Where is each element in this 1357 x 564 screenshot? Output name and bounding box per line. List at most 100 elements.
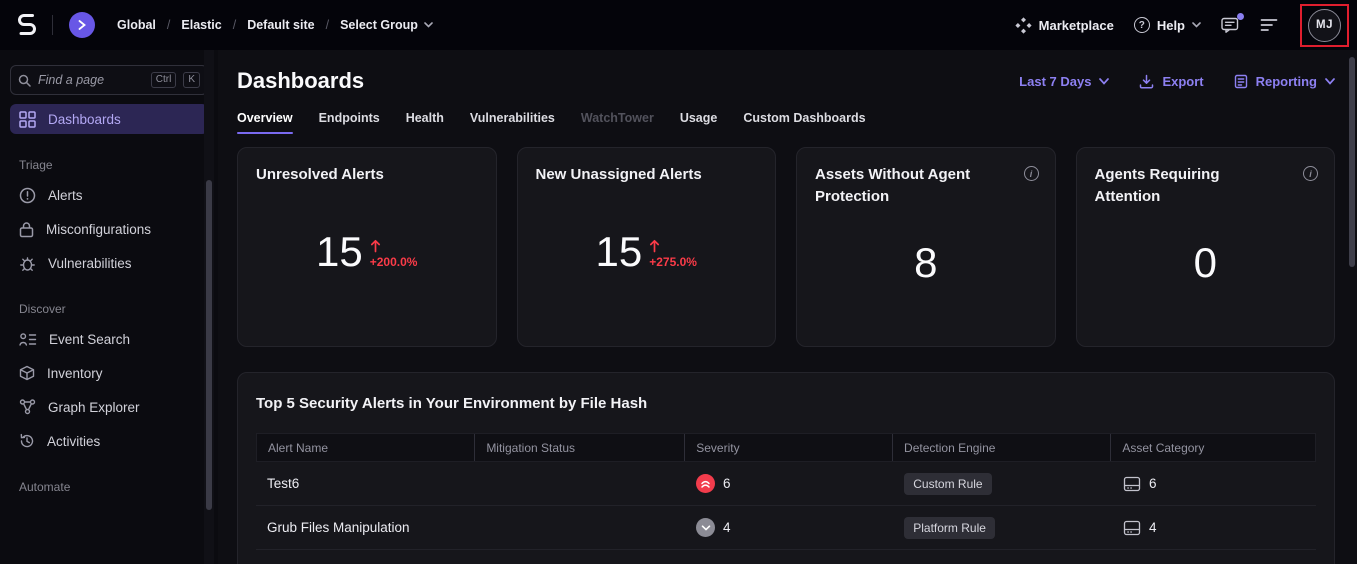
notifications-button[interactable] [1221,17,1240,33]
sidebar-scrollbar-track[interactable] [204,50,214,564]
time-range-label: Last 7 Days [1019,74,1091,89]
list-lines-icon [1260,18,1278,32]
sidebar-item-label: Dashboards [48,112,121,127]
sidebar-item-misconfigurations[interactable]: Misconfigurations [10,214,208,244]
table-row[interactable]: Test6 6 Custom Rule 6 [256,462,1316,506]
column-header-severity[interactable]: Severity [685,434,893,461]
breadcrumb-group-label: Select Group [340,18,418,32]
dashboards-grid-icon [19,111,36,128]
tab-usage[interactable]: Usage [680,111,718,134]
table-row[interactable]: Grub Files Manipulation 4 Platform Rule … [256,506,1316,550]
search-input[interactable] [38,73,144,87]
cell-alert-name[interactable]: Grub Files Manipulation [256,520,475,535]
breadcrumb-account[interactable]: Elastic [181,18,221,32]
shortcut-k-key: K [183,72,200,89]
sidebar-item-label: Graph Explorer [48,400,140,415]
sentinelone-logo-icon [16,12,38,38]
sidebar-item-dashboards[interactable]: Dashboards [10,104,208,134]
search-icon [18,74,31,87]
inventory-box-icon [19,365,35,381]
report-document-icon [1234,74,1248,89]
download-icon [1139,74,1154,89]
stat-card-unresolved-alerts: Unresolved Alerts 15 +200.0% [237,147,497,347]
stat-card-value: 15 [316,228,363,276]
stat-card-title: New Unassigned Alerts [536,164,758,186]
detection-engine-badge: Custom Rule [904,473,991,495]
stat-cards-row: Unresolved Alerts 15 +200.0% New Unassig… [237,147,1335,347]
breadcrumb-group-selector[interactable]: Select Group [340,18,433,32]
breadcrumb-separator: / [167,18,170,32]
stat-card-title: Unresolved Alerts [256,164,478,186]
endpoint-device-icon [1123,476,1141,492]
activities-history-icon [19,433,35,449]
chevron-down-icon [1325,78,1335,85]
stat-card-new-unassigned-alerts: New Unassigned Alerts 15 +275.0% [517,147,777,347]
column-header-asset-category[interactable]: Asset Category [1111,434,1315,461]
stat-card-value: 15 [596,228,643,276]
sidebar-item-label: Vulnerabilities [48,256,132,271]
sidebar-item-label: Activities [47,434,100,449]
info-icon[interactable] [1024,166,1039,181]
main-content: Dashboards Last 7 Days Export [228,50,1357,564]
sidebar-item-event-search[interactable]: Event Search [10,324,208,354]
column-header-mitigation-status[interactable]: Mitigation Status [475,434,685,461]
trend-up-arrow-icon [649,239,660,253]
sidebar-item-activities[interactable]: Activities [10,426,208,456]
stat-card-agents-requiring-attention: Agents Requiring Attention 0 [1076,147,1336,347]
chevron-down-icon [1192,22,1201,28]
marketplace-icon [1015,17,1032,34]
help-menu[interactable]: Help [1134,17,1201,33]
tab-health[interactable]: Health [406,111,444,134]
breadcrumb-separator: / [326,18,329,32]
chevron-right-icon [78,20,86,30]
breadcrumb-separator: / [233,18,236,32]
sidebar-scrollbar-thumb[interactable] [206,180,212,510]
reporting-label: Reporting [1256,74,1317,89]
sidebar-item-graph-explorer[interactable]: Graph Explorer [10,392,208,422]
sidebar-item-label: Misconfigurations [46,222,151,237]
cell-asset-category: 4 [1112,520,1316,536]
graph-network-icon [19,399,36,415]
topbar-divider [52,15,53,35]
event-search-icon [19,332,37,347]
topbar: Global / Elastic / Default site / Select… [0,0,1357,50]
severity-high-icon [696,474,715,493]
user-avatar[interactable]: MJ [1308,9,1341,42]
cell-detection-engine: Platform Rule [893,517,1112,539]
annotation-highlight-box: MJ [1300,4,1349,47]
tab-overview[interactable]: Overview [237,111,293,134]
column-header-alert-name[interactable]: Alert Name [257,434,475,461]
sidebar-item-vulnerabilities[interactable]: Vulnerabilities [10,248,208,278]
tab-custom-dashboards[interactable]: Custom Dashboards [743,111,865,134]
tab-watchtower[interactable]: WatchTower [581,111,654,134]
export-button[interactable]: Export [1139,74,1203,89]
time-range-selector[interactable]: Last 7 Days [1019,74,1109,89]
marketplace-button[interactable]: Marketplace [1015,17,1114,34]
expand-sidebar-button[interactable] [69,12,95,38]
reporting-button[interactable]: Reporting [1234,74,1335,89]
cell-alert-name[interactable]: Test6 [256,476,475,491]
marketplace-label: Marketplace [1039,18,1114,33]
sidebar-section-discover: Discover [19,302,208,316]
breadcrumb-scope-global[interactable]: Global [117,18,156,32]
info-icon[interactable] [1303,166,1318,181]
bug-icon [19,255,36,272]
tab-endpoints[interactable]: Endpoints [319,111,380,134]
top-alerts-table-card: Top 5 Security Alerts in Your Environmen… [237,372,1335,564]
sidebar-search[interactable]: Ctrl K [10,65,208,95]
sidebar-item-label: Event Search [49,332,130,347]
column-header-detection-engine[interactable]: Detection Engine [893,434,1111,461]
page-scrollbar-thumb[interactable] [1349,57,1355,267]
trend-up-arrow-icon [370,239,381,253]
severity-count: 4 [723,520,731,535]
tab-vulnerabilities[interactable]: Vulnerabilities [470,111,555,134]
chevron-down-icon [424,22,433,28]
sidebar-item-inventory[interactable]: Inventory [10,358,208,388]
task-queue-button[interactable] [1260,18,1278,32]
cell-severity: 4 [685,518,893,537]
page-title: Dashboards [237,68,364,94]
export-label: Export [1162,74,1203,89]
alert-circle-icon [19,187,36,204]
breadcrumb-site[interactable]: Default site [247,18,314,32]
sidebar-item-alerts[interactable]: Alerts [10,180,208,210]
